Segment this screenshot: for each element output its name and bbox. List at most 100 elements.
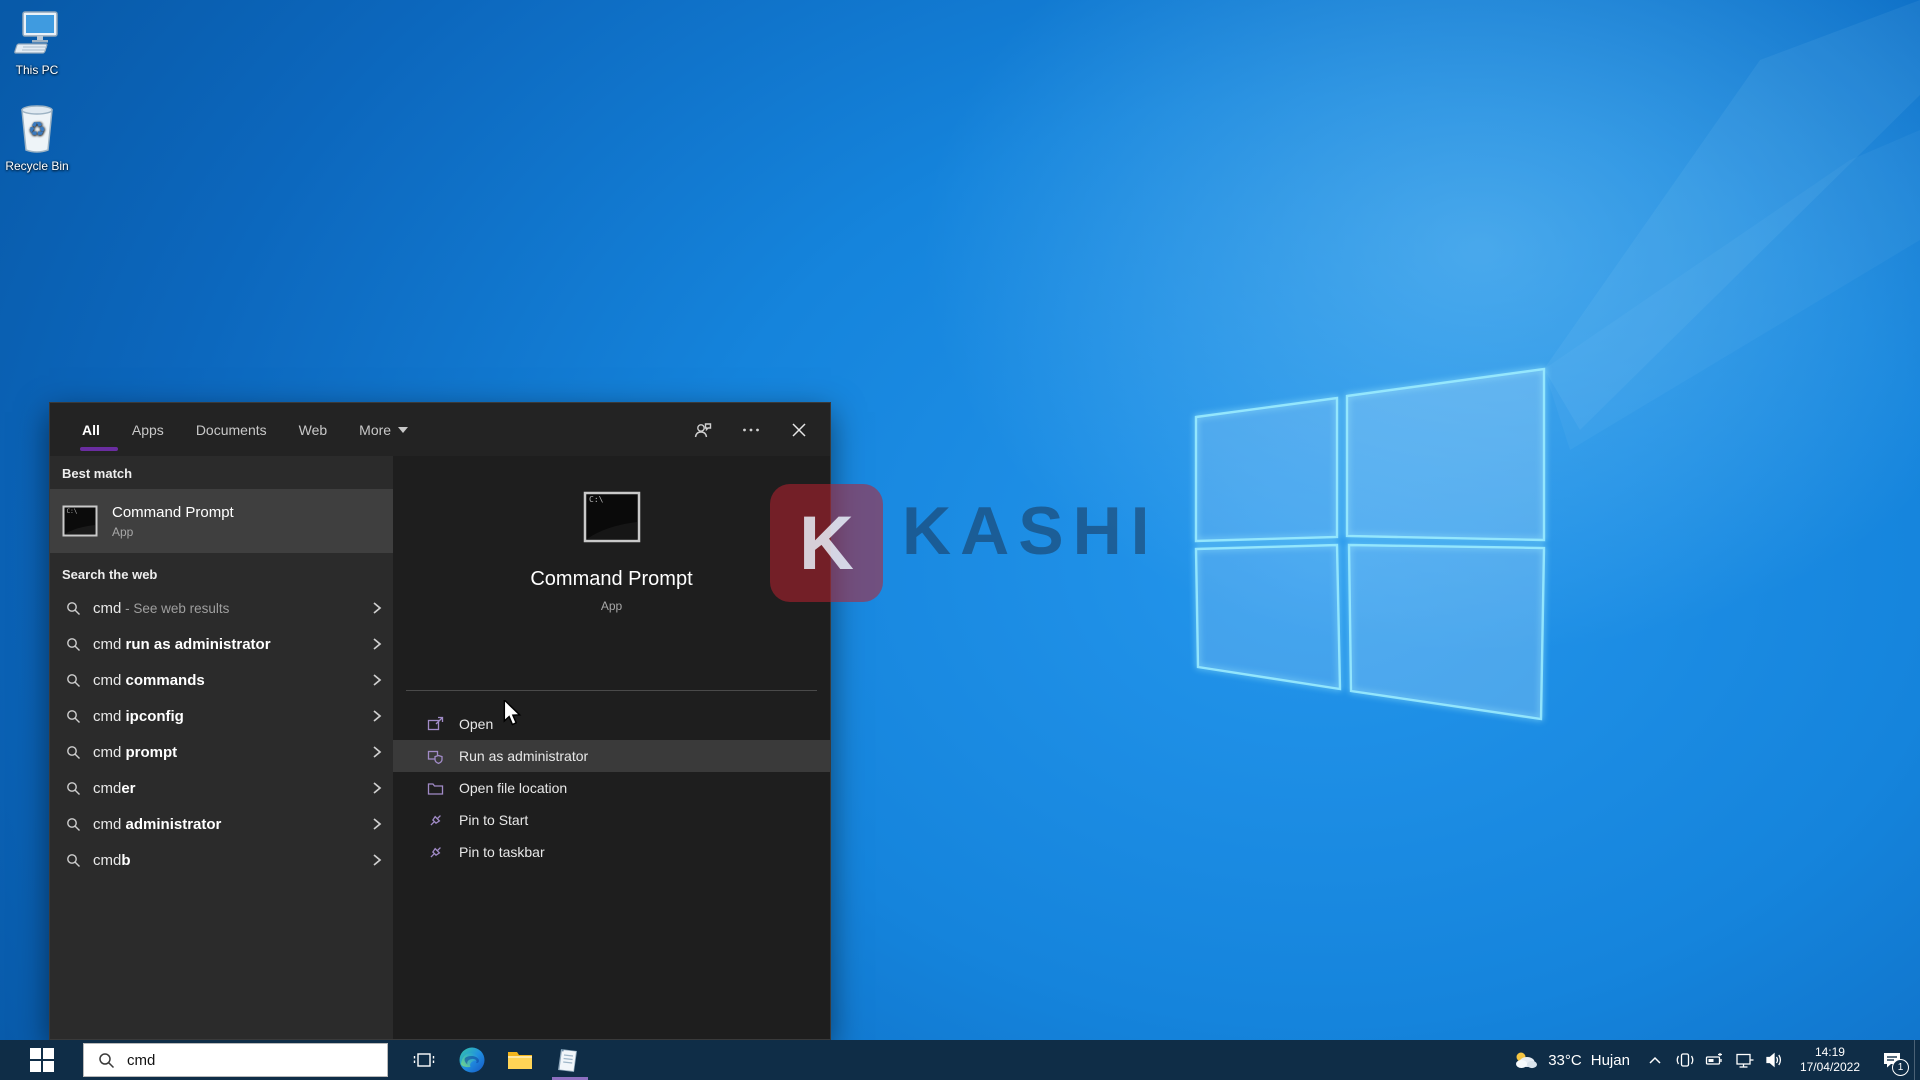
close-icon[interactable]	[788, 419, 810, 441]
chevron-right-icon[interactable]	[371, 781, 383, 795]
search-preview-pane: C:\ Command Prompt App Open	[393, 456, 830, 1039]
action-center-button[interactable]: 1	[1870, 1040, 1914, 1080]
search-icon	[98, 1052, 115, 1069]
tab-all[interactable]: All	[66, 403, 116, 456]
best-match-title: Command Prompt	[112, 503, 234, 522]
tab-documents[interactable]: Documents	[180, 403, 283, 456]
open-icon	[427, 716, 444, 733]
tab-apps[interactable]: Apps	[116, 403, 180, 456]
search-web-header: Search the web	[50, 553, 393, 590]
web-suggestion[interactable]: cmd commands	[50, 662, 393, 698]
chevron-right-icon[interactable]	[371, 601, 383, 615]
preview-app-subtitle: App	[393, 599, 830, 613]
pin-icon	[427, 844, 444, 861]
best-match-header: Best match	[50, 456, 393, 489]
search-icon	[66, 709, 81, 724]
action-open[interactable]: Open	[393, 708, 830, 740]
web-suggestion[interactable]: cmder	[50, 770, 393, 806]
action-label: Pin to taskbar	[459, 844, 545, 860]
pin-icon	[427, 812, 444, 829]
taskbar-search-input[interactable]: cmd	[83, 1043, 388, 1077]
clock-time: 14:19	[1800, 1045, 1860, 1060]
notepad-button[interactable]	[544, 1040, 592, 1080]
weather-cloud-icon	[1513, 1050, 1539, 1070]
search-icon	[66, 637, 81, 652]
suggestion-text: cmd administrator	[93, 816, 359, 833]
desktop-icon-recycle-bin[interactable]: ♻ Recycle Bin	[0, 100, 80, 173]
watermark-logo: K	[770, 484, 883, 602]
context-actions: Open Run as administrator Open file l	[393, 708, 830, 868]
phone-link-icon[interactable]	[1670, 1051, 1700, 1069]
suggestion-text: cmd run as administrator	[93, 636, 359, 653]
chevron-right-icon[interactable]	[371, 673, 383, 687]
desktop-icon-label: This PC	[0, 63, 80, 77]
taskbar-weather[interactable]: 33°C Hujan	[1503, 1050, 1640, 1070]
watermark-text: KASHI	[902, 492, 1159, 570]
best-match-subtitle: App	[112, 524, 234, 540]
this-pc-icon	[11, 8, 63, 60]
best-match-result[interactable]: C:\ Command Prompt App	[50, 489, 393, 553]
desktop-icon-this-pc[interactable]: This PC	[0, 8, 80, 77]
action-label: Pin to Start	[459, 812, 528, 828]
edge-browser-button[interactable]	[448, 1040, 496, 1080]
volume-icon[interactable]	[1760, 1052, 1790, 1068]
suggestion-text: cmd ipconfig	[93, 708, 359, 725]
start-button[interactable]	[0, 1040, 83, 1080]
svg-text:C:\: C:\	[589, 495, 604, 504]
battery-icon[interactable]	[1700, 1052, 1730, 1068]
suggestion-text: cmd commands	[93, 672, 359, 689]
file-explorer-button[interactable]	[496, 1040, 544, 1080]
search-icon	[66, 817, 81, 832]
svg-text:♻: ♻	[28, 117, 46, 141]
web-suggestion[interactable]: cmd ipconfig	[50, 698, 393, 734]
system-tray: 33°C Hujan	[1503, 1040, 1920, 1080]
ellipsis-icon[interactable]	[740, 419, 762, 441]
admin-shield-icon	[427, 748, 444, 765]
weather-condition: Hujan	[1591, 1052, 1630, 1069]
suggestion-text: cmd - See web results	[93, 600, 359, 617]
web-suggestion[interactable]: cmd prompt	[50, 734, 393, 770]
action-pin-to-taskbar[interactable]: Pin to taskbar	[393, 836, 830, 868]
action-pin-to-start[interactable]: Pin to Start	[393, 804, 830, 836]
desktop-icon-label: Recycle Bin	[0, 159, 80, 173]
action-label: Open file location	[459, 780, 567, 796]
search-query-text: cmd	[127, 1052, 155, 1069]
chevron-right-icon[interactable]	[371, 637, 383, 651]
web-suggestion[interactable]: cmd administrator	[50, 806, 393, 842]
chevron-right-icon[interactable]	[371, 745, 383, 759]
mouse-cursor	[502, 700, 524, 731]
more-dropdown-icon	[398, 427, 408, 433]
action-run-as-administrator[interactable]: Run as administrator	[393, 740, 830, 772]
search-flyout: All Apps Documents Web More	[49, 402, 831, 1040]
web-suggestion[interactable]: cmdb	[50, 842, 393, 878]
show-desktop-button[interactable]	[1914, 1040, 1920, 1080]
notepad-icon	[555, 1046, 581, 1074]
web-suggestion[interactable]: cmd - See web results	[50, 590, 393, 626]
network-icon[interactable]	[1730, 1052, 1760, 1069]
suggestion-text: cmder	[93, 780, 359, 797]
clock-date: 17/04/2022	[1800, 1060, 1860, 1075]
action-label: Run as administrator	[459, 748, 588, 764]
search-tab-bar: All Apps Documents Web More	[50, 403, 830, 456]
preview-app-title: Command Prompt	[393, 568, 830, 591]
search-icon	[66, 781, 81, 796]
taskbar-clock[interactable]: 14:19 17/04/2022	[1790, 1045, 1870, 1075]
tab-more[interactable]: More	[343, 403, 424, 456]
divider	[406, 690, 817, 691]
suggestion-text: cmdb	[93, 852, 359, 869]
chevron-up-icon[interactable]	[1640, 1055, 1670, 1065]
task-view-button[interactable]	[400, 1040, 448, 1080]
chevron-right-icon[interactable]	[371, 817, 383, 831]
tab-web[interactable]: Web	[283, 403, 344, 456]
chevron-right-icon[interactable]	[371, 709, 383, 723]
feedback-user-icon[interactable]	[692, 419, 714, 441]
command-prompt-icon: C:\	[62, 503, 98, 539]
windows-start-icon	[29, 1047, 55, 1073]
action-open-file-location[interactable]: Open file location	[393, 772, 830, 804]
web-suggestion[interactable]: cmd run as administrator	[50, 626, 393, 662]
recycle-bin-icon: ♻	[14, 100, 60, 156]
task-view-icon	[413, 1049, 435, 1071]
file-explorer-icon	[506, 1046, 534, 1074]
search-icon	[66, 673, 81, 688]
chevron-right-icon[interactable]	[371, 853, 383, 867]
